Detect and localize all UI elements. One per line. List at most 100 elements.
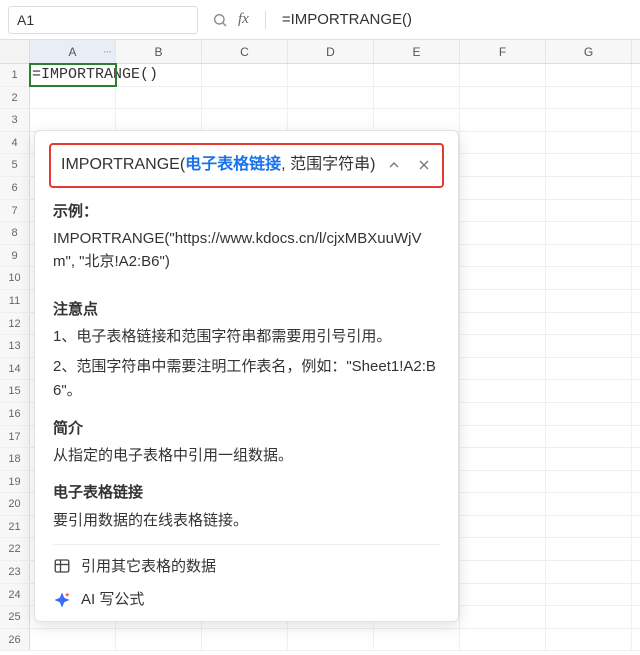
- column-header-E[interactable]: E: [374, 40, 460, 63]
- cell[interactable]: [460, 64, 546, 86]
- cell[interactable]: [374, 109, 460, 131]
- row-header-21[interactable]: 21: [0, 516, 30, 538]
- cell[interactable]: [546, 267, 632, 289]
- cell[interactable]: [460, 538, 546, 560]
- cell[interactable]: [116, 87, 202, 109]
- cell[interactable]: [460, 109, 546, 131]
- cell[interactable]: [546, 335, 632, 357]
- row-header-6[interactable]: 6: [0, 177, 30, 199]
- row-header-3[interactable]: 3: [0, 109, 30, 131]
- cell[interactable]: [546, 177, 632, 199]
- cell[interactable]: [546, 245, 632, 267]
- cell[interactable]: [30, 629, 116, 651]
- cell[interactable]: [30, 87, 116, 109]
- column-header-A[interactable]: A···: [30, 40, 116, 63]
- cell[interactable]: [460, 516, 546, 538]
- column-header-B[interactable]: B: [116, 40, 202, 63]
- row-header-10[interactable]: 10: [0, 267, 30, 289]
- row-header-22[interactable]: 22: [0, 538, 30, 560]
- row-header-20[interactable]: 20: [0, 493, 30, 515]
- sig-arg-active[interactable]: 电子表格链接: [185, 156, 281, 173]
- row-header-23[interactable]: 23: [0, 561, 30, 583]
- row-header-19[interactable]: 19: [0, 471, 30, 493]
- cell[interactable]: [202, 109, 288, 131]
- cell[interactable]: [374, 87, 460, 109]
- row-header-17[interactable]: 17: [0, 426, 30, 448]
- cell-A1[interactable]: =IMPORTRANGE(): [30, 64, 116, 86]
- cell[interactable]: [374, 629, 460, 651]
- column-header-C[interactable]: C: [202, 40, 288, 63]
- row-header-15[interactable]: 15: [0, 380, 30, 402]
- cell[interactable]: [460, 606, 546, 628]
- cell[interactable]: [546, 222, 632, 244]
- cell[interactable]: [460, 448, 546, 470]
- row-header-24[interactable]: 24: [0, 584, 30, 606]
- cell[interactable]: [546, 471, 632, 493]
- cell[interactable]: [460, 380, 546, 402]
- cell[interactable]: [460, 290, 546, 312]
- name-box[interactable]: A1: [8, 6, 198, 34]
- cell[interactable]: [460, 313, 546, 335]
- cell[interactable]: [460, 629, 546, 651]
- row-header-26[interactable]: 26: [0, 629, 30, 651]
- cell[interactable]: [460, 584, 546, 606]
- row-header-13[interactable]: 13: [0, 335, 30, 357]
- cell[interactable]: [546, 629, 632, 651]
- cell[interactable]: [202, 629, 288, 651]
- cell[interactable]: [546, 403, 632, 425]
- cell[interactable]: [460, 267, 546, 289]
- cell[interactable]: [460, 132, 546, 154]
- cell[interactable]: [546, 380, 632, 402]
- row-header-18[interactable]: 18: [0, 448, 30, 470]
- column-header-F[interactable]: F: [460, 40, 546, 63]
- cell[interactable]: [202, 87, 288, 109]
- cell[interactable]: [30, 109, 116, 131]
- cell[interactable]: [546, 493, 632, 515]
- select-all-corner[interactable]: [0, 40, 30, 63]
- cell[interactable]: [546, 87, 632, 109]
- row-header-12[interactable]: 12: [0, 313, 30, 335]
- row-header-11[interactable]: 11: [0, 290, 30, 312]
- cell[interactable]: [546, 538, 632, 560]
- row-header-2[interactable]: 2: [0, 87, 30, 109]
- close-icon[interactable]: [416, 157, 432, 173]
- row-header-25[interactable]: 25: [0, 606, 30, 628]
- cell[interactable]: [546, 132, 632, 154]
- cell[interactable]: [288, 629, 374, 651]
- row-header-4[interactable]: 4: [0, 132, 30, 154]
- cell[interactable]: [202, 64, 288, 86]
- cell[interactable]: [546, 64, 632, 86]
- cell[interactable]: [546, 561, 632, 583]
- cell[interactable]: [460, 471, 546, 493]
- cell[interactable]: [374, 64, 460, 86]
- row-header-9[interactable]: 9: [0, 245, 30, 267]
- cell[interactable]: [546, 109, 632, 131]
- cell[interactable]: [546, 516, 632, 538]
- formula-bar-input[interactable]: =IMPORTRANGE(): [282, 11, 412, 28]
- search-icon[interactable]: [212, 12, 228, 28]
- cell[interactable]: [546, 584, 632, 606]
- cell[interactable]: [546, 200, 632, 222]
- cell[interactable]: [460, 426, 546, 448]
- cell[interactable]: [460, 245, 546, 267]
- column-header-G[interactable]: G: [546, 40, 632, 63]
- row-header-16[interactable]: 16: [0, 403, 30, 425]
- ai-write-formula-button[interactable]: AI 写公式: [53, 588, 440, 611]
- column-menu-icon[interactable]: ···: [103, 40, 111, 64]
- cell[interactable]: [460, 200, 546, 222]
- cell[interactable]: [460, 358, 546, 380]
- cell[interactable]: [116, 109, 202, 131]
- cell[interactable]: [546, 426, 632, 448]
- row-header-8[interactable]: 8: [0, 222, 30, 244]
- cell[interactable]: [460, 335, 546, 357]
- row-header-7[interactable]: 7: [0, 200, 30, 222]
- cell[interactable]: [288, 64, 374, 86]
- cell[interactable]: [460, 222, 546, 244]
- link-other-sheets-button[interactable]: 引用其它表格的数据: [53, 555, 440, 578]
- cell[interactable]: [460, 493, 546, 515]
- cell[interactable]: [460, 403, 546, 425]
- collapse-icon[interactable]: [386, 157, 402, 173]
- cell[interactable]: [546, 448, 632, 470]
- cell[interactable]: [288, 109, 374, 131]
- cell[interactable]: [546, 154, 632, 176]
